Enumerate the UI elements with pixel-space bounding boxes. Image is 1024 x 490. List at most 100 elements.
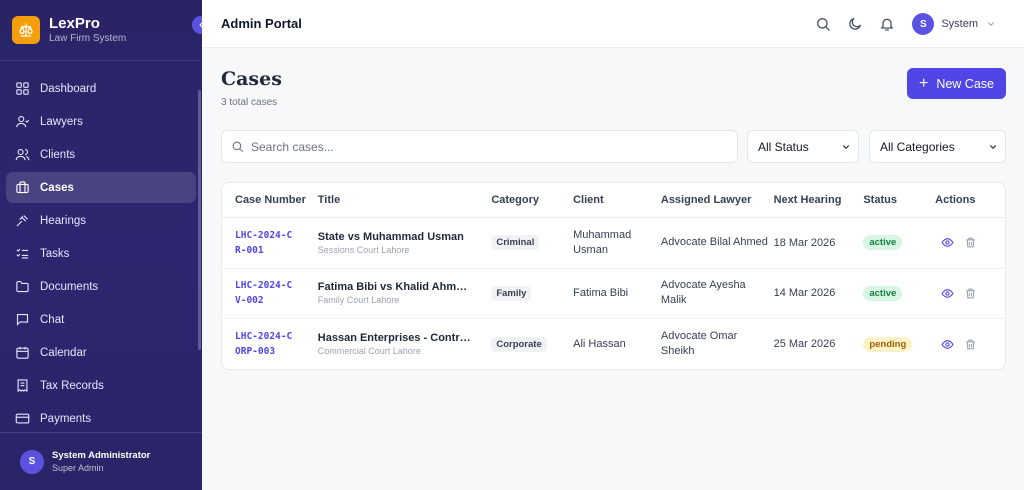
client-name: Muhammad Usman (573, 228, 632, 256)
category-badge: Criminal (491, 235, 540, 251)
brand-subtitle: Law Firm System (49, 33, 127, 44)
sidebar-item-lawyers[interactable]: Lawyers (6, 106, 196, 137)
sidebar-scrollbar[interactable] (198, 90, 201, 350)
table-row[interactable]: LHC-2024-CR-001 State vs Muhammad Usman … (222, 218, 1005, 269)
page-title: Cases (221, 68, 282, 90)
column-header[interactable]: Assigned Lawyer (661, 194, 774, 206)
next-hearing: 14 Mar 2026 (773, 287, 836, 300)
page-subtitle: 3 total cases (221, 97, 278, 108)
sidebar-item-tax-records[interactable]: Tax Records (6, 370, 196, 401)
sidebar-item-chat[interactable]: Chat (6, 304, 196, 335)
sidebar-user[interactable]: S System Administrator Super Admin (0, 432, 202, 490)
sidebar-item-label: Cases (40, 181, 74, 194)
trash-icon[interactable] (963, 236, 977, 250)
column-header[interactable]: Title (318, 194, 492, 206)
case-number-link[interactable]: LHC-2024-CV-002 (235, 278, 295, 308)
status-badge: pending (863, 336, 913, 352)
case-court: Sessions Court Lahore (317, 244, 410, 255)
table-row[interactable]: LHC-2024-CORP-003 Hassan Enterprises - C… (222, 319, 1005, 369)
search-box[interactable] (221, 130, 738, 163)
table-header: Case Number Title Category Client Assign… (222, 183, 1005, 218)
sidebar: LexPro Law Firm System Dashboard Lawyers… (0, 0, 210, 490)
eye-icon[interactable] (940, 236, 954, 250)
card-icon (15, 411, 30, 426)
scales-icon (12, 16, 40, 44)
receipt-icon (15, 378, 30, 393)
user-name: System Administrator (52, 450, 151, 461)
cases-table: Case Number Title Category Client Assign… (221, 182, 1006, 370)
topbar: Admin Portal S System (202, 0, 1024, 48)
category-badge: Family (491, 285, 532, 301)
new-case-label: New Case (936, 76, 994, 91)
case-title: Hassan Enterprises - Contra... (317, 332, 473, 345)
status-filter-select[interactable]: All Status (747, 130, 859, 163)
eye-icon[interactable] (940, 337, 954, 351)
sidebar-item-label: Payments (40, 412, 92, 425)
search-input[interactable] (251, 139, 721, 154)
status-filter-value: All Status (758, 139, 809, 154)
table-row[interactable]: LHC-2024-CV-002 Fatima Bibi vs Khalid Ah… (222, 269, 1005, 319)
case-court: Family Court Lahore (317, 295, 400, 306)
grid-icon (15, 81, 30, 96)
sidebar-item-payments[interactable]: Payments (6, 403, 196, 434)
briefcase-icon (15, 180, 30, 195)
column-header[interactable]: Next Hearing (774, 194, 864, 206)
status-badge: active (863, 285, 903, 301)
gavel-icon (15, 213, 30, 228)
category-filter-value: All Categories (880, 139, 955, 154)
sidebar-item-label: Tax Records (40, 379, 104, 392)
sidebar-item-label: Tasks (40, 247, 70, 260)
folder-icon (15, 279, 30, 294)
sidebar-item-cases[interactable]: Cases (6, 172, 196, 203)
category-filter-select[interactable]: All Categories (869, 130, 1006, 163)
user-menu[interactable]: S System (912, 13, 996, 35)
user-role: Super Admin (52, 463, 104, 473)
sidebar-item-dashboard[interactable]: Dashboard (6, 73, 196, 104)
brand-name: LexPro (49, 15, 100, 32)
sidebar-item-label: Hearings (40, 214, 87, 227)
column-header[interactable]: Status (863, 194, 935, 206)
sidebar-item-hearings[interactable]: Hearings (6, 205, 196, 236)
sidebar-nav: Dashboard Lawyers Clients Cases Hearings… (0, 61, 202, 434)
sidebar-item-label: Lawyers (40, 115, 83, 128)
assigned-lawyer: Advocate Bilal Ahmed (660, 236, 768, 249)
plus-icon: + (918, 74, 929, 92)
case-court: Commercial Court Lahore (317, 346, 421, 357)
assigned-lawyer: Advocate Ayesha Malik (660, 279, 746, 307)
case-title: Fatima Bibi vs Khalid Ahmed ... (317, 281, 473, 294)
category-badge: Corporate (491, 336, 547, 352)
sidebar-item-label: Dashboard (40, 82, 97, 95)
trash-icon[interactable] (963, 337, 977, 351)
new-case-button[interactable]: + New Case (907, 68, 1006, 99)
chevron-down-icon (842, 144, 850, 149)
sidebar-item-label: Clients (40, 148, 76, 161)
sidebar-item-clients[interactable]: Clients (6, 139, 196, 170)
avatar: S (20, 449, 44, 474)
sidebar-item-documents[interactable]: Documents (6, 271, 196, 302)
case-number-link[interactable]: LHC-2024-CORP-003 (235, 329, 295, 359)
moon-icon[interactable] (847, 16, 863, 32)
users-icon (15, 147, 30, 162)
sidebar-item-tasks[interactable]: Tasks (6, 238, 196, 269)
column-header[interactable]: Client (573, 194, 661, 206)
next-hearing: 25 Mar 2026 (773, 338, 836, 351)
chevron-down-icon (989, 144, 997, 149)
case-number-link[interactable]: LHC-2024-CR-001 (235, 228, 295, 258)
bell-icon[interactable] (879, 16, 895, 32)
next-hearing: 18 Mar 2026 (773, 236, 836, 249)
checklist-icon (15, 246, 30, 261)
eye-icon[interactable] (940, 286, 954, 300)
topbar-title: Admin Portal (221, 16, 302, 31)
case-title: State vs Muhammad Usman (317, 230, 464, 243)
search-icon[interactable] (815, 16, 831, 32)
sidebar-item-label: Calendar (40, 346, 87, 359)
column-header[interactable]: Case Number (222, 194, 318, 206)
user-menu-name: System (941, 18, 978, 30)
status-badge: active (863, 235, 903, 251)
trash-icon[interactable] (963, 286, 977, 300)
sidebar-item-calendar[interactable]: Calendar (6, 337, 196, 368)
search-icon (232, 141, 243, 152)
column-header[interactable]: Category (491, 194, 573, 206)
calendar-icon (15, 345, 30, 360)
user-icon (15, 114, 30, 129)
